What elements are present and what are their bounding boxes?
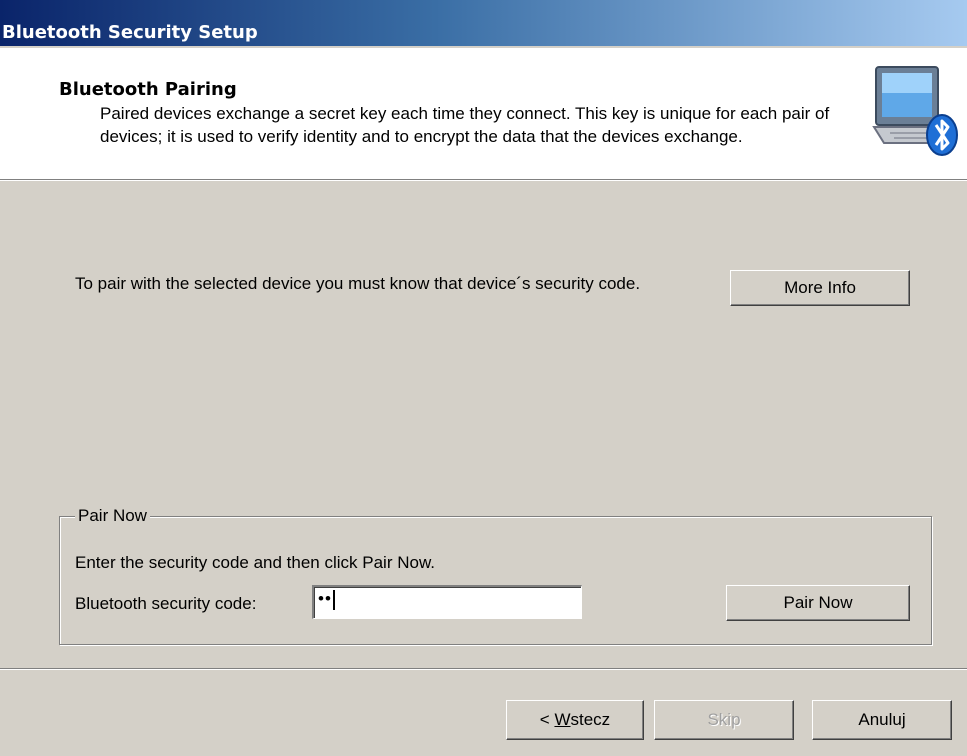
back-button-mnemonic: W [554,710,571,729]
skip-button[interactable]: Skip [654,700,794,740]
cancel-button[interactable]: Anuluj [812,700,952,740]
pair-instruction-text: Enter the security code and then click P… [75,553,436,572]
security-code-label: Bluetooth security code: [75,594,257,613]
window-title: Bluetooth Security Setup [2,22,258,43]
header-title: Bluetooth Pairing [59,79,237,100]
bluetooth-security-setup-window: Bluetooth Security Setup Bluetooth Pairi… [0,0,967,756]
security-code-input[interactable]: •• [312,585,582,619]
header-description: Paired devices exchange a secret key eac… [100,104,830,146]
back-button[interactable]: < Wstecz [506,700,644,740]
title-bar[interactable]: Bluetooth Security Setup [0,0,967,46]
bluetooth-computer-icon [872,66,958,156]
pairing-info-text: To pair with the selected device you mus… [75,274,641,293]
back-button-label: stecz [570,710,611,729]
security-code-value: •• [318,589,332,608]
pair-now-group-legend: Pair Now [75,506,150,526]
pair-now-group [59,516,932,645]
more-info-button[interactable]: More Info [730,270,910,306]
text-caret [332,589,335,610]
back-button-prefix: < [539,710,555,729]
pair-now-button[interactable]: Pair Now [726,585,910,621]
